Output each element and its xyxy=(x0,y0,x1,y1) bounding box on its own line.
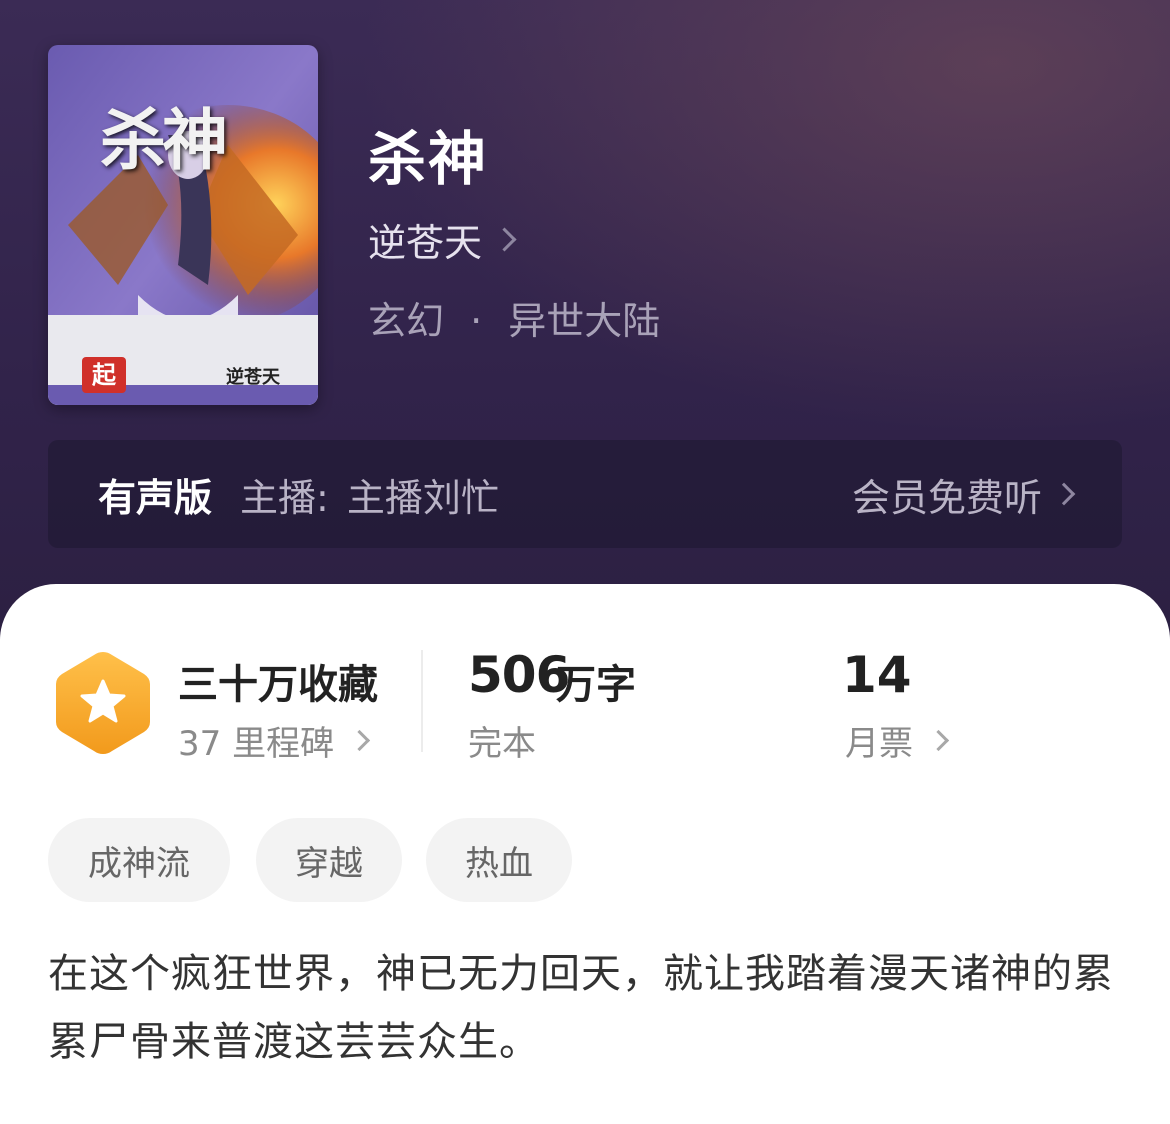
favorites-count: 三十万收藏 xyxy=(178,662,378,708)
chevron-right-icon xyxy=(1052,482,1076,506)
tag-chip[interactable]: 穿越 xyxy=(256,818,402,902)
cover-title: 杀神 xyxy=(100,101,228,179)
chevron-right-icon xyxy=(348,729,371,752)
host-name: 主播刘忙 xyxy=(346,475,499,520)
subgenre: 异世大陆 xyxy=(508,299,661,343)
book-description: 在这个疯狂世界，神已无力回天，就让我踏着漫天诸神的累累尸骨来普渡这芸芸众生。 xyxy=(48,951,1114,1065)
word-count: 506 xyxy=(468,646,570,704)
genre-separator: · xyxy=(470,299,483,343)
chevron-right-icon xyxy=(927,729,950,752)
monthly-ticket-count: 14 xyxy=(842,646,912,704)
tag-chip[interactable]: 成神流 xyxy=(48,818,230,902)
audio-version-bar[interactable]: 有声版 主播: 主播刘忙 会员免费听 xyxy=(48,440,1122,548)
author-link[interactable]: 逆苍天 xyxy=(368,212,517,267)
member-listen-label: 会员免费听 xyxy=(851,475,1042,520)
tag-chip[interactable]: 热血 xyxy=(426,818,572,902)
author-name: 逆苍天 xyxy=(368,221,483,265)
milestones-link[interactable]: 37 里程碑 xyxy=(178,716,371,765)
genre: 玄幻 xyxy=(368,299,445,343)
milestones-label: 37 里程碑 xyxy=(178,724,335,764)
host-label: 主播: xyxy=(240,475,329,520)
completion-status: 完本 xyxy=(468,724,536,764)
chevron-right-icon xyxy=(492,227,517,252)
audio-label: 有声版 xyxy=(98,475,213,520)
cover-author: 逆苍天 xyxy=(226,367,280,388)
monthly-ticket-link[interactable]: 月票 xyxy=(845,716,950,765)
book-title: 杀神 xyxy=(368,125,489,193)
qidian-logo: 起 xyxy=(82,357,126,393)
star-badge-icon xyxy=(56,652,150,754)
monthly-ticket-label: 月票 xyxy=(845,724,913,764)
genre-row: 玄幻 · 异世大陆 xyxy=(368,290,660,345)
stats-divider xyxy=(421,650,423,752)
member-listen-button[interactable]: 会员免费听 xyxy=(851,467,1076,522)
book-cover[interactable]: 杀神 起 逆苍天 xyxy=(48,45,318,405)
word-unit: 万字 xyxy=(556,662,636,708)
